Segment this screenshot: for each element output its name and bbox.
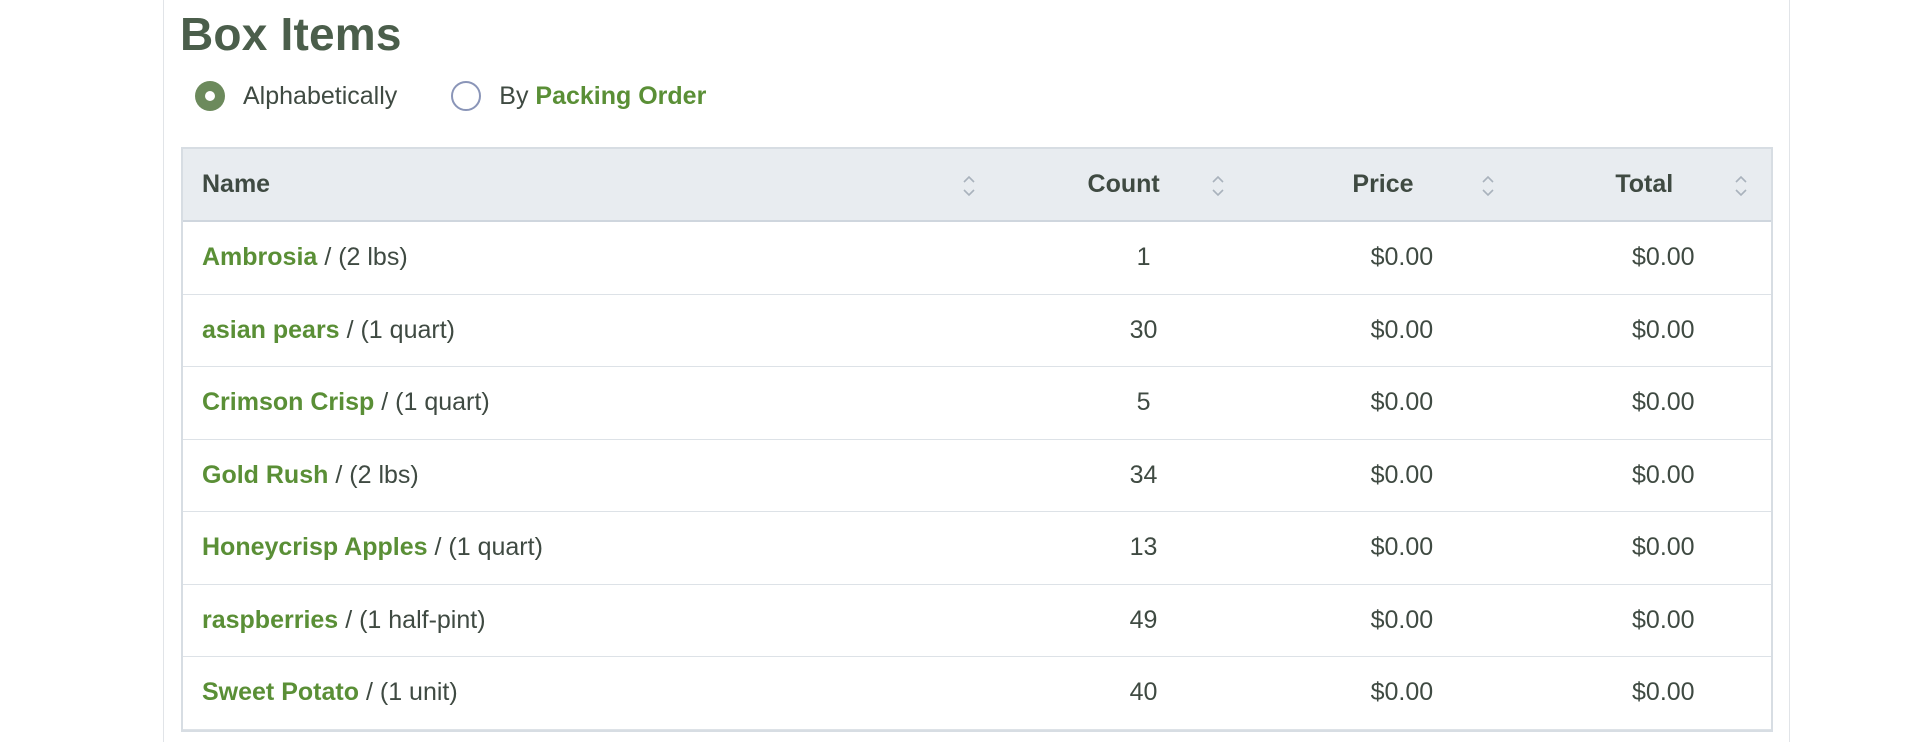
table-row: Sweet Potato / (1 unit) 40 $0.00 $0.00 bbox=[183, 657, 1771, 730]
item-link[interactable]: Ambrosia bbox=[202, 243, 317, 272]
cell-count: 40 bbox=[1129, 678, 1158, 707]
cell-name: Ambrosia / (2 lbs) bbox=[183, 222, 999, 294]
sort-options: Alphabetically By Packing Order bbox=[195, 76, 706, 116]
table-row: asian pears / (1 quart) 30 $0.00 $0.00 bbox=[183, 295, 1771, 367]
cell-total: $0.00 bbox=[1632, 678, 1695, 707]
column-header-name[interactable]: Name bbox=[183, 149, 999, 220]
packing-order-link[interactable]: Packing Order bbox=[535, 82, 706, 110]
cell-price: $0.00 bbox=[1370, 605, 1434, 634]
sort-packing-order-option[interactable]: By Packing Order bbox=[451, 81, 706, 111]
item-link[interactable]: raspberries bbox=[202, 606, 338, 635]
column-header-total[interactable]: Total bbox=[1518, 149, 1771, 220]
cell-name: raspberries / (1 half-pint) bbox=[183, 585, 999, 657]
cell-name: Gold Rush / (2 lbs) bbox=[183, 440, 999, 512]
cell-name: Honeycrisp Apples / (1 quart) bbox=[183, 512, 999, 584]
cell-count: 49 bbox=[1129, 605, 1158, 634]
column-header-price-label: Price bbox=[1352, 170, 1414, 198]
radio-checked-icon[interactable] bbox=[195, 81, 225, 111]
table-row: Honeycrisp Apples / (1 quart) 13 $0.00 $… bbox=[183, 512, 1771, 585]
column-header-count[interactable]: Count bbox=[999, 149, 1248, 220]
column-header-total-label: Total bbox=[1615, 170, 1674, 198]
cell-price: $0.00 bbox=[1370, 460, 1434, 489]
radio-unchecked-icon[interactable] bbox=[451, 81, 482, 111]
item-link[interactable]: Gold Rush bbox=[202, 461, 328, 490]
column-header-price[interactable]: Price bbox=[1248, 149, 1517, 220]
sort-alphabetically-option[interactable]: Alphabetically bbox=[195, 81, 397, 111]
table-row: Ambrosia / (2 lbs) 1 $0.00 $0.00 bbox=[183, 222, 1771, 295]
cell-price: $0.00 bbox=[1370, 388, 1434, 417]
sort-arrows-icon[interactable] bbox=[1210, 173, 1226, 199]
cell-price: $0.00 bbox=[1370, 243, 1434, 272]
cell-total: $0.00 bbox=[1632, 605, 1695, 634]
cell-total: $0.00 bbox=[1632, 460, 1695, 489]
cell-name: Crimson Crisp / (1 quart) bbox=[183, 367, 999, 439]
sort-arrows-icon[interactable] bbox=[961, 173, 977, 199]
cell-total: $0.00 bbox=[1632, 388, 1695, 417]
cell-price: $0.00 bbox=[1370, 533, 1434, 562]
item-link[interactable]: Honeycrisp Apples bbox=[202, 533, 428, 562]
cell-count: 34 bbox=[1129, 460, 1158, 489]
table-row: raspberries / (1 half-pint) 49 $0.00 $0.… bbox=[183, 585, 1771, 657]
item-unit: / (1 quart) bbox=[434, 533, 543, 562]
sort-packing-order-prefix: By bbox=[499, 81, 529, 110]
cell-count: 1 bbox=[1136, 243, 1151, 272]
table-row: Crimson Crisp / (1 quart) 5 $0.00 $0.00 bbox=[183, 367, 1771, 440]
cell-price: $0.00 bbox=[1370, 315, 1434, 344]
cell-total: $0.00 bbox=[1632, 315, 1695, 344]
page: Box Items Alphabetically By Packing Orde… bbox=[0, 0, 1932, 742]
cell-name: Sweet Potato / (1 unit) bbox=[183, 657, 999, 729]
item-unit: / (2 lbs) bbox=[324, 243, 408, 272]
item-unit: / (1 quart) bbox=[346, 315, 455, 344]
sort-arrows-icon[interactable] bbox=[1733, 173, 1749, 199]
table-row: Gold Rush / (2 lbs) 34 $0.00 $0.00 bbox=[183, 440, 1771, 512]
item-link[interactable]: Sweet Potato bbox=[202, 678, 359, 707]
item-unit: / (1 half-pint) bbox=[345, 605, 486, 634]
cell-price: $0.00 bbox=[1370, 678, 1434, 707]
cell-total: $0.00 bbox=[1632, 243, 1695, 272]
page-title: Box Items bbox=[180, 8, 402, 60]
cell-name: asian pears / (1 quart) bbox=[183, 295, 999, 367]
cell-total: $0.00 bbox=[1632, 533, 1695, 562]
column-header-name-label: Name bbox=[202, 170, 271, 198]
cell-count: 30 bbox=[1129, 315, 1158, 344]
cell-count: 5 bbox=[1136, 388, 1151, 417]
sort-packing-order-label: By Packing Order bbox=[499, 82, 706, 111]
item-unit: / (1 unit) bbox=[365, 678, 458, 707]
item-link[interactable]: asian pears bbox=[202, 316, 340, 345]
sort-alphabetically-label: Alphabetically bbox=[243, 81, 398, 110]
cell-count: 13 bbox=[1129, 533, 1158, 562]
item-link[interactable]: Crimson Crisp bbox=[202, 388, 374, 417]
item-unit: / (2 lbs) bbox=[335, 460, 419, 489]
item-unit: / (1 quart) bbox=[381, 388, 490, 417]
table-header: Name Count Price Total bbox=[183, 149, 1771, 222]
column-header-count-label: Count bbox=[1087, 170, 1160, 198]
box-items-table: Name Count Price Total Ambrosia / (2 lbs… bbox=[181, 147, 1773, 732]
sort-arrows-icon[interactable] bbox=[1480, 173, 1496, 199]
